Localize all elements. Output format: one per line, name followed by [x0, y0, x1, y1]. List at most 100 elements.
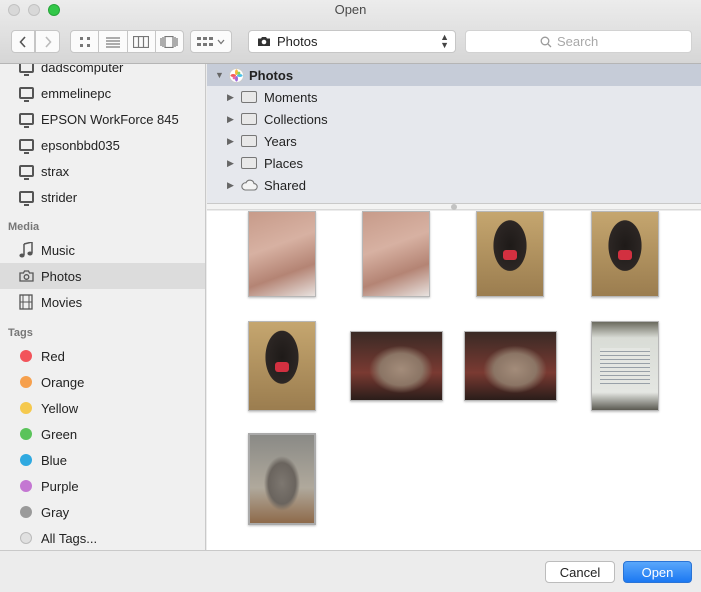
column-view-button[interactable]: [127, 30, 156, 53]
browser-item-label: Places: [264, 155, 304, 171]
tag-label: Red: [41, 348, 65, 364]
sidebar-item-label: strider: [41, 189, 78, 205]
browser-item-shared[interactable]: ▶ Shared: [207, 174, 701, 196]
photo-thumbnail[interactable]: [476, 211, 544, 297]
folder-icon: [241, 157, 257, 169]
sidebar-item-music[interactable]: Music: [0, 237, 205, 263]
tag-yellow[interactable]: Yellow: [0, 395, 205, 421]
tag-color-dot: [20, 402, 32, 414]
disclosure-closed-icon[interactable]: ▶: [227, 180, 237, 191]
browser-item-label: Years: [264, 133, 297, 149]
cover-flow-button[interactable]: [155, 30, 184, 53]
pane-splitter[interactable]: [207, 204, 701, 210]
columns-icon: [133, 35, 150, 48]
browser-root-label: Photos: [249, 67, 294, 83]
tag-color-dot: [20, 480, 32, 492]
arrange-icon: [197, 36, 213, 46]
monitor-icon: [18, 163, 34, 180]
browser-item-collections[interactable]: ▶ Collections: [207, 108, 701, 130]
tag-color-dot: [20, 428, 32, 440]
disclosure-open-icon[interactable]: ▼: [215, 70, 225, 80]
view-mode-selector: [70, 30, 184, 53]
photos-browser: ▼ Photos ▶ Moments ▶ Collections ▶ Years…: [207, 64, 701, 204]
tag-purple[interactable]: Purple: [0, 473, 205, 499]
monitor-icon: [18, 189, 34, 206]
film-icon: [18, 294, 34, 310]
tag-label: All Tags...: [41, 530, 98, 546]
sidebar-item-label: epsonbbd035: [41, 137, 120, 153]
monitor-icon: [18, 137, 34, 154]
tag-label: Purple: [41, 478, 79, 494]
photos-app-icon: [229, 67, 244, 83]
sidebar-item-epsonbbd035[interactable]: epsonbbd035: [0, 132, 205, 158]
sidebar-item-dadscomputer[interactable]: dadscomputer: [0, 64, 205, 80]
list-view-button[interactable]: [99, 30, 128, 53]
disclosure-closed-icon[interactable]: ▶: [227, 114, 237, 125]
tag-green[interactable]: Green: [0, 421, 205, 447]
open-button[interactable]: Open: [623, 561, 692, 583]
location-popup[interactable]: Photos ▲ ▼: [248, 30, 456, 53]
camera-icon: [258, 37, 270, 46]
tag-all-tags[interactable]: All Tags...: [0, 525, 205, 550]
cloud-icon: [241, 179, 258, 191]
dialog-footer: Cancel Open: [0, 550, 701, 592]
chevron-down-icon: [217, 39, 225, 44]
browser-item-places[interactable]: ▶ Places: [207, 152, 701, 174]
tag-label: Green: [41, 426, 78, 442]
photo-thumbnail[interactable]: [591, 211, 659, 297]
tag-orange[interactable]: Orange: [0, 369, 205, 395]
sidebar-item-label: strax: [41, 163, 70, 179]
browser-root-photos[interactable]: ▼ Photos: [207, 64, 701, 86]
disclosure-closed-icon[interactable]: ▶: [227, 158, 237, 169]
photo-thumbnail[interactable]: [248, 433, 316, 525]
browser-item-label: Moments: [264, 89, 318, 105]
sidebar: dadscomputer emmelinepc EPSON WorkForce …: [0, 64, 206, 550]
folder-icon: [241, 135, 257, 147]
grid-icon: [79, 36, 90, 47]
chevron-right-icon: [44, 35, 52, 48]
sidebar-item-label: dadscomputer: [41, 64, 124, 75]
arrange-button[interactable]: [190, 30, 232, 53]
tag-label: Yellow: [41, 400, 79, 416]
sidebar-item-movies[interactable]: Movies: [0, 289, 205, 315]
photo-thumbnail[interactable]: [248, 321, 316, 411]
photo-thumbnail[interactable]: [350, 331, 443, 401]
icon-view-button[interactable]: [70, 30, 100, 53]
browser-item-label: Shared: [264, 177, 306, 193]
tag-blue[interactable]: Blue: [0, 447, 205, 473]
browser-item-label: Collections: [264, 111, 328, 127]
photo-thumbnail[interactable]: [591, 321, 659, 411]
photo-thumbnail[interactable]: [248, 211, 316, 297]
sidebar-item-strax[interactable]: strax: [0, 158, 205, 184]
disclosure-closed-icon[interactable]: ▶: [227, 136, 237, 147]
back-button[interactable]: [11, 30, 35, 53]
monitor-icon: [18, 111, 34, 128]
tag-red[interactable]: Red: [0, 343, 205, 369]
browser-item-moments[interactable]: ▶ Moments: [207, 86, 701, 108]
splitter-handle[interactable]: [451, 204, 457, 210]
sidebar-item-label: Photos: [41, 268, 82, 284]
disclosure-closed-icon[interactable]: ▶: [227, 92, 237, 103]
sidebar-item-epson-workforce[interactable]: EPSON WorkForce 845: [0, 106, 205, 132]
search-input[interactable]: [557, 34, 617, 49]
photo-thumbnail[interactable]: [362, 211, 430, 297]
popup-arrows-icon: ▲ ▼: [440, 32, 449, 50]
sidebar-item-emmelinepc[interactable]: emmelinepc: [0, 80, 205, 106]
forward-button[interactable]: [35, 30, 60, 53]
cancel-button[interactable]: Cancel: [545, 561, 615, 583]
location-label: Photos: [277, 34, 318, 49]
tags-section-header: Tags: [8, 327, 33, 339]
sidebar-item-label: Music: [41, 242, 75, 258]
media-section-header: Media: [8, 221, 40, 233]
photo-thumbnail[interactable]: [464, 331, 557, 401]
search-field[interactable]: [465, 30, 692, 53]
title-toolbar: Open Photos ▲ ▼ Search: [0, 0, 701, 64]
sidebar-item-photos[interactable]: Photos: [0, 263, 205, 289]
tag-gray[interactable]: Gray: [0, 499, 205, 525]
tag-color-dot: [20, 350, 32, 362]
browser-item-years[interactable]: ▶ Years: [207, 130, 701, 152]
sidebar-item-strider[interactable]: strider: [0, 184, 205, 210]
folder-icon: [241, 113, 257, 125]
list-icon: [105, 36, 120, 48]
tag-label: Gray: [41, 504, 70, 520]
